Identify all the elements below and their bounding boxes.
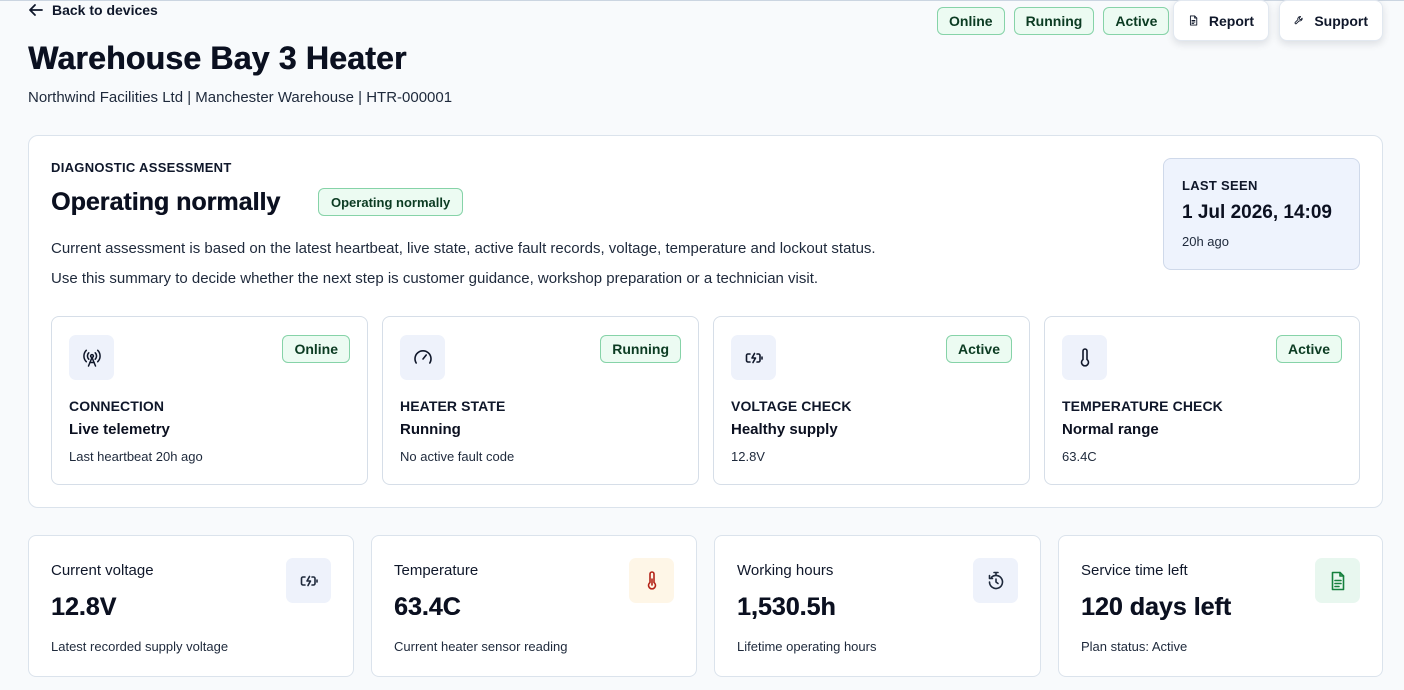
- last-seen-card: LAST SEEN 1 Jul 2026, 14:09 20h ago: [1163, 158, 1360, 270]
- back-label: Back to devices: [52, 2, 158, 18]
- document-icon: [1315, 558, 1360, 603]
- metric-value: 12.8V: [51, 593, 117, 621]
- metric-value: 120 days left: [1081, 593, 1232, 621]
- gauge-icon: [400, 335, 445, 380]
- check-label: VOLTAGE CHECK: [731, 398, 852, 414]
- battery-charging-icon: [286, 558, 331, 603]
- metric-card-working-hours: Working hours 1,530.5h Lifetime operatin…: [714, 535, 1041, 677]
- timer-icon: [973, 558, 1018, 603]
- check-detail: No active fault code: [400, 449, 515, 464]
- page-title: Warehouse Bay 3 Heater: [28, 40, 407, 76]
- assessment-guidance: Use this summary to decide whether the n…: [51, 270, 819, 287]
- metric-label: Temperature: [394, 562, 479, 579]
- report-label: Report: [1208, 12, 1254, 29]
- antenna-icon: [69, 335, 114, 380]
- status-badge-active: Active: [1103, 7, 1170, 35]
- status-pills: Online Running Active: [937, 7, 1170, 35]
- wrench-icon: [1294, 16, 1303, 25]
- arrow-left-icon: [29, 4, 43, 16]
- check-label: CONNECTION: [69, 398, 165, 414]
- status-badge-running: Running: [1013, 7, 1095, 35]
- check-badge: Active: [1275, 335, 1342, 363]
- metric-value: 1,530.5h: [737, 593, 836, 621]
- assessment-badge: Operating normally: [318, 188, 464, 216]
- last-seen-value: 1 Jul 2026, 14:09: [1182, 202, 1332, 223]
- metric-detail: Latest recorded supply voltage: [51, 639, 229, 654]
- support-label: Support: [1314, 12, 1368, 29]
- document-icon: [1189, 15, 1198, 26]
- last-seen-ago: 20h ago: [1182, 234, 1229, 249]
- metric-label: Current voltage: [51, 562, 154, 579]
- check-value: Healthy supply: [731, 421, 838, 438]
- check-badge: Online: [282, 335, 350, 363]
- thermometer-icon: [629, 558, 674, 603]
- metric-label: Working hours: [737, 562, 834, 579]
- metric-value: 63.4C: [394, 593, 461, 621]
- check-badge: Running: [600, 335, 681, 363]
- status-badge-online: Online: [937, 7, 1005, 35]
- metric-card-service-time: Service time left 120 days left Plan sta…: [1058, 535, 1383, 677]
- metric-detail: Plan status: Active: [1081, 639, 1188, 654]
- metric-detail: Lifetime operating hours: [737, 639, 877, 654]
- report-button[interactable]: Report: [1173, 0, 1269, 41]
- assessment-description: Current assessment is based on the lates…: [51, 240, 876, 257]
- check-card-temperature: Active TEMPERATURE CHECK Normal range 63…: [1044, 316, 1360, 485]
- metric-label: Service time left: [1081, 562, 1188, 579]
- battery-charging-icon: [731, 335, 776, 380]
- check-value: Live telemetry: [69, 421, 170, 438]
- check-detail: Last heartbeat 20h ago: [69, 449, 203, 464]
- check-detail: 12.8V: [731, 449, 765, 464]
- thermometer-icon: [1062, 335, 1107, 380]
- check-label: HEATER STATE: [400, 398, 506, 414]
- check-card-heater-state: Running HEATER STATE Running No active f…: [382, 316, 699, 485]
- support-button[interactable]: Support: [1279, 0, 1383, 41]
- check-card-voltage: Active VOLTAGE CHECK Healthy supply 12.8…: [713, 316, 1030, 485]
- metric-card-voltage: Current voltage 12.8V Latest recorded su…: [28, 535, 354, 677]
- check-label: TEMPERATURE CHECK: [1062, 398, 1223, 414]
- back-to-devices-link[interactable]: Back to devices: [28, 2, 158, 18]
- check-badge: Active: [945, 335, 1012, 363]
- metric-detail: Current heater sensor reading: [394, 639, 568, 654]
- last-seen-label: LAST SEEN: [1182, 178, 1258, 193]
- metric-card-temperature: Temperature 63.4C Current heater sensor …: [371, 535, 697, 677]
- device-subtitle: Northwind Facilities Ltd | Manchester Wa…: [28, 89, 453, 106]
- assessment-eyebrow: DIAGNOSTIC ASSESSMENT: [51, 160, 232, 175]
- check-detail: 63.4C: [1062, 449, 1097, 464]
- check-value: Normal range: [1062, 421, 1159, 438]
- assessment-title: Operating normally: [51, 188, 281, 216]
- check-card-connection: Online CONNECTION Live telemetry Last he…: [51, 316, 368, 485]
- diagnostic-panel: DIAGNOSTIC ASSESSMENT Operating normally…: [28, 135, 1383, 508]
- check-value: Running: [400, 421, 461, 438]
